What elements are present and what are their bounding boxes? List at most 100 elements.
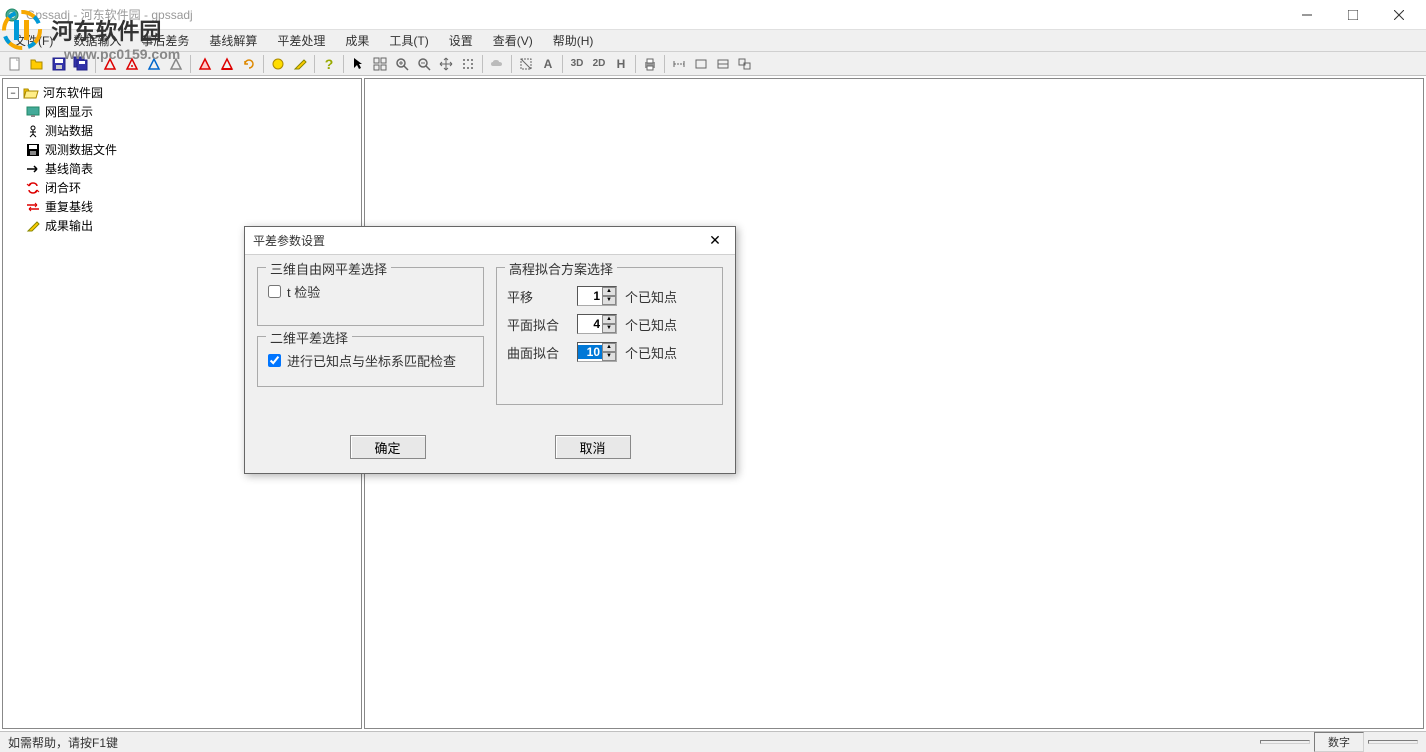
titlebar: G Gpssadj - 河东软件园 - gpssadj bbox=[0, 0, 1426, 30]
spin-up-icon[interactable]: ▲ bbox=[602, 287, 616, 296]
dialog-title: 平差参数设置 bbox=[253, 232, 703, 249]
folder-open-icon bbox=[23, 85, 39, 101]
menu-baseline[interactable]: 基线解算 bbox=[199, 30, 267, 51]
pointer-icon[interactable] bbox=[348, 54, 368, 74]
param-plane-spinner[interactable]: ▲▼ bbox=[577, 314, 617, 334]
minimize-button[interactable] bbox=[1284, 0, 1330, 30]
repeat-icon bbox=[25, 199, 41, 215]
dash-icon[interactable] bbox=[669, 54, 689, 74]
zoomout-icon[interactable] bbox=[414, 54, 434, 74]
menu-result[interactable]: 成果 bbox=[335, 30, 379, 51]
group-2d-title: 二维平差选择 bbox=[266, 328, 352, 347]
tree-item-label: 测站数据 bbox=[45, 122, 93, 139]
h-icon[interactable]: H bbox=[611, 54, 631, 74]
spin-down-icon[interactable]: ▼ bbox=[602, 352, 616, 361]
dotted-icon[interactable] bbox=[458, 54, 478, 74]
menu-adjust[interactable]: 平差处理 bbox=[267, 30, 335, 51]
text-a-icon[interactable]: A bbox=[538, 54, 558, 74]
t-test-checkbox[interactable] bbox=[268, 285, 281, 298]
menu-post-diff[interactable]: 事后差务 bbox=[131, 30, 199, 51]
tree-item-label: 闭合环 bbox=[45, 179, 81, 196]
station-icon bbox=[25, 123, 41, 139]
param-translate-input[interactable] bbox=[578, 289, 602, 303]
menu-settings[interactable]: 设置 bbox=[439, 30, 483, 51]
tree-item-obsfile[interactable]: 观测数据文件 bbox=[25, 140, 357, 159]
print-icon[interactable] bbox=[640, 54, 660, 74]
tree-collapse-icon[interactable]: − bbox=[7, 87, 19, 99]
rect2-icon[interactable] bbox=[713, 54, 733, 74]
group-3d-free: 三维自由网平差选择 t 检验 bbox=[257, 267, 484, 326]
output-icon bbox=[25, 218, 41, 234]
param-translate-spinner[interactable]: ▲▼ bbox=[577, 286, 617, 306]
group-height-title: 高程拟合方案选择 bbox=[505, 259, 617, 278]
toolbar: ? A 3D 2D H bbox=[0, 52, 1426, 76]
tree-item-label: 成果输出 bbox=[45, 217, 93, 234]
tree-item-label: 网图显示 bbox=[45, 103, 93, 120]
menu-view[interactable]: 查看(V) bbox=[483, 30, 543, 51]
status-pane-num: 数字 bbox=[1314, 732, 1364, 752]
cancel-button[interactable]: 取消 bbox=[555, 435, 631, 459]
display-icon bbox=[25, 104, 41, 120]
save-icon[interactable] bbox=[49, 54, 69, 74]
dialog-titlebar[interactable]: 平差参数设置 ✕ bbox=[245, 227, 735, 255]
maximize-button[interactable] bbox=[1330, 0, 1376, 30]
rect3-icon[interactable] bbox=[735, 54, 755, 74]
ok-button[interactable]: 确定 bbox=[350, 435, 426, 459]
menu-tools[interactable]: 工具(T) bbox=[379, 30, 438, 51]
refresh-icon[interactable] bbox=[239, 54, 259, 74]
circle-yellow-icon[interactable] bbox=[268, 54, 288, 74]
param-translate-suffix: 个已知点 bbox=[625, 287, 677, 306]
spin-up-icon[interactable]: ▲ bbox=[602, 343, 616, 352]
status-pane-empty1 bbox=[1260, 740, 1310, 744]
loop-icon bbox=[25, 180, 41, 196]
coord-check-checkbox[interactable] bbox=[268, 354, 281, 367]
grid-icon[interactable] bbox=[370, 54, 390, 74]
param-plane-input[interactable] bbox=[578, 317, 602, 331]
open-icon[interactable] bbox=[27, 54, 47, 74]
cloud-icon[interactable] bbox=[487, 54, 507, 74]
tri-red2-icon[interactable] bbox=[122, 54, 142, 74]
close-button[interactable] bbox=[1376, 0, 1422, 30]
param-translate-label: 平移 bbox=[507, 287, 577, 306]
spin-up-icon[interactable]: ▲ bbox=[602, 315, 616, 324]
3d-icon[interactable]: 3D bbox=[567, 54, 587, 74]
tree-item-baseline[interactable]: 基线简表 bbox=[25, 159, 357, 178]
menu-help[interactable]: 帮助(H) bbox=[543, 30, 604, 51]
menu-data-input[interactable]: 数据输入 bbox=[63, 30, 131, 51]
menu-file[interactable]: 文件(F) bbox=[4, 30, 63, 51]
svg-text:?: ? bbox=[325, 56, 334, 72]
pencil-icon[interactable] bbox=[290, 54, 310, 74]
tree-root-label: 河东软件园 bbox=[43, 84, 103, 101]
spin-down-icon[interactable]: ▼ bbox=[602, 296, 616, 305]
saveall-icon[interactable] bbox=[71, 54, 91, 74]
app-icon: G bbox=[4, 7, 20, 23]
status-pane-empty2 bbox=[1368, 740, 1418, 744]
pan-icon[interactable] bbox=[436, 54, 456, 74]
tri-blue-icon[interactable] bbox=[144, 54, 164, 74]
zoomin-icon[interactable] bbox=[392, 54, 412, 74]
tri-gray-icon[interactable] bbox=[166, 54, 186, 74]
dialog-close-button[interactable]: ✕ bbox=[703, 229, 727, 253]
adjust-params-dialog: 平差参数设置 ✕ 三维自由网平差选择 t 检验 二维平差选择 进行已知点与坐标系… bbox=[244, 226, 736, 474]
rect1-icon[interactable] bbox=[691, 54, 711, 74]
tree-item-loop[interactable]: 闭合环 bbox=[25, 178, 357, 197]
tree-item-display[interactable]: 网图显示 bbox=[25, 102, 357, 121]
svg-text:G: G bbox=[9, 11, 15, 20]
new-icon[interactable] bbox=[5, 54, 25, 74]
t-test-label: t 检验 bbox=[287, 282, 320, 301]
tree-item-repeat[interactable]: 重复基线 bbox=[25, 197, 357, 216]
param-surface-input[interactable] bbox=[578, 345, 602, 359]
help-icon[interactable]: ? bbox=[319, 54, 339, 74]
tri-red3-icon[interactable] bbox=[195, 54, 215, 74]
tree-item-label: 观测数据文件 bbox=[45, 141, 117, 158]
group-2d: 二维平差选择 进行已知点与坐标系匹配检查 bbox=[257, 336, 484, 387]
group-height-fit: 高程拟合方案选择 平移 ▲▼ 个已知点 平面拟合 ▲▼ 个已知点 bbox=[496, 267, 723, 405]
tree-item-station[interactable]: 测站数据 bbox=[25, 121, 357, 140]
tree-root[interactable]: − 河东软件园 bbox=[7, 83, 357, 102]
param-surface-spinner[interactable]: ▲▼ bbox=[577, 342, 617, 362]
tri-red4-icon[interactable] bbox=[217, 54, 237, 74]
spin-down-icon[interactable]: ▼ bbox=[602, 324, 616, 333]
tri-red1-icon[interactable] bbox=[100, 54, 120, 74]
noselect-icon[interactable] bbox=[516, 54, 536, 74]
2d-icon[interactable]: 2D bbox=[589, 54, 609, 74]
